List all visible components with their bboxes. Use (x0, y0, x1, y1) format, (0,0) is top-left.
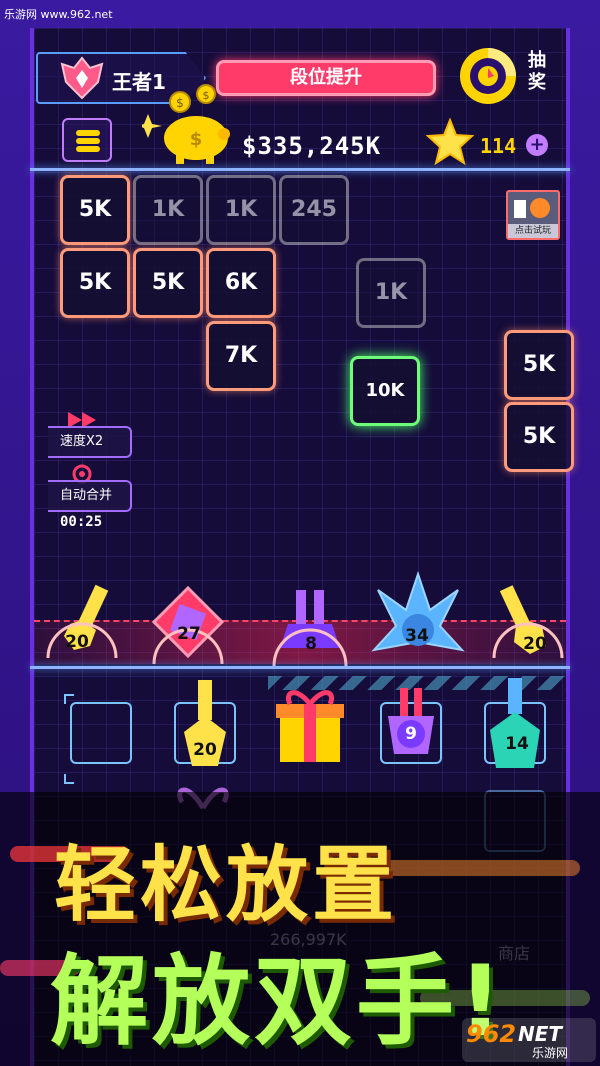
auto-merge-timer: 00:25 (60, 514, 103, 530)
rank-up-button[interactable]: 段位提升 (216, 60, 436, 96)
brick-block: 5K (504, 402, 574, 472)
money-counter: $335,245K (242, 132, 382, 160)
turret-cannon[interactable] (370, 570, 466, 666)
site-logo: 962 NET 乐游网 (462, 1018, 596, 1062)
auto-merge-button[interactable]: 自动合并 (48, 480, 132, 512)
inventory-level: 9 (405, 724, 417, 744)
menu-button[interactable] (62, 118, 112, 162)
svg-text:$: $ (176, 96, 184, 110)
brick-block: 6K (206, 248, 276, 318)
menu-bar-icon (76, 146, 100, 152)
slogan-line-2: 解放双手! (50, 945, 507, 1059)
brick-block: 1K (206, 175, 276, 245)
top-divider (30, 168, 570, 171)
site-logo-number: 962 (466, 1020, 517, 1048)
inventory-level: 20 (193, 740, 217, 760)
brick-block: 5K (60, 248, 130, 318)
turret-level: 20 (65, 632, 89, 652)
turret-level: 20 (523, 634, 547, 654)
inventory-turret[interactable] (174, 676, 236, 776)
svg-text:$: $ (190, 129, 203, 150)
brick-block: 7K (206, 321, 276, 391)
slot-corner (64, 774, 74, 784)
brick-block: 1K (356, 258, 426, 328)
bonus-block: 10K (350, 356, 420, 426)
site-logo-net: NET (518, 1022, 563, 1046)
menu-bar-icon (76, 130, 100, 136)
brick-block: 5K (504, 330, 574, 400)
brick-block: 1K (133, 175, 203, 245)
svg-text:$: $ (203, 89, 210, 102)
speed-streak (380, 860, 580, 876)
gift-box-icon[interactable] (276, 686, 344, 766)
inventory-level: 14 (505, 734, 529, 754)
turret-level: 27 (177, 624, 201, 644)
site-logo-name: 乐游网 (532, 1046, 569, 1060)
brick-block: 5K (133, 248, 203, 318)
brick-block: 5K (60, 175, 130, 245)
piggy-bank-icon[interactable]: $ $ $ (142, 84, 238, 168)
mid-divider (30, 666, 570, 669)
add-gems-button[interactable]: + (526, 134, 548, 156)
trial-play-ad[interactable]: 点击试玩 (506, 190, 560, 240)
gem-count: 114 (480, 134, 517, 158)
turret-level: 8 (305, 634, 317, 654)
lottery-label[interactable]: 抽奖 (528, 50, 550, 94)
brick-block: 245 (279, 175, 349, 245)
star-icon (426, 118, 474, 166)
turret-cannon[interactable] (268, 584, 352, 668)
slogan-line-1: 轻松放置 (54, 838, 399, 933)
menu-bar-icon (76, 138, 100, 144)
trial-label: 点击试玩 (508, 224, 558, 238)
inventory-slot-empty[interactable] (70, 702, 132, 764)
speed-x2-button[interactable]: 速度X2 (48, 426, 132, 458)
site-watermark: 乐游网 www.962.net (4, 8, 113, 21)
turret-level: 34 (405, 626, 429, 646)
rank-crown-icon (60, 56, 104, 100)
basketball-icon (514, 198, 550, 218)
lottery-wheel-icon[interactable] (458, 46, 518, 106)
inventory-turret[interactable] (484, 676, 546, 776)
slot-corner (64, 694, 74, 704)
